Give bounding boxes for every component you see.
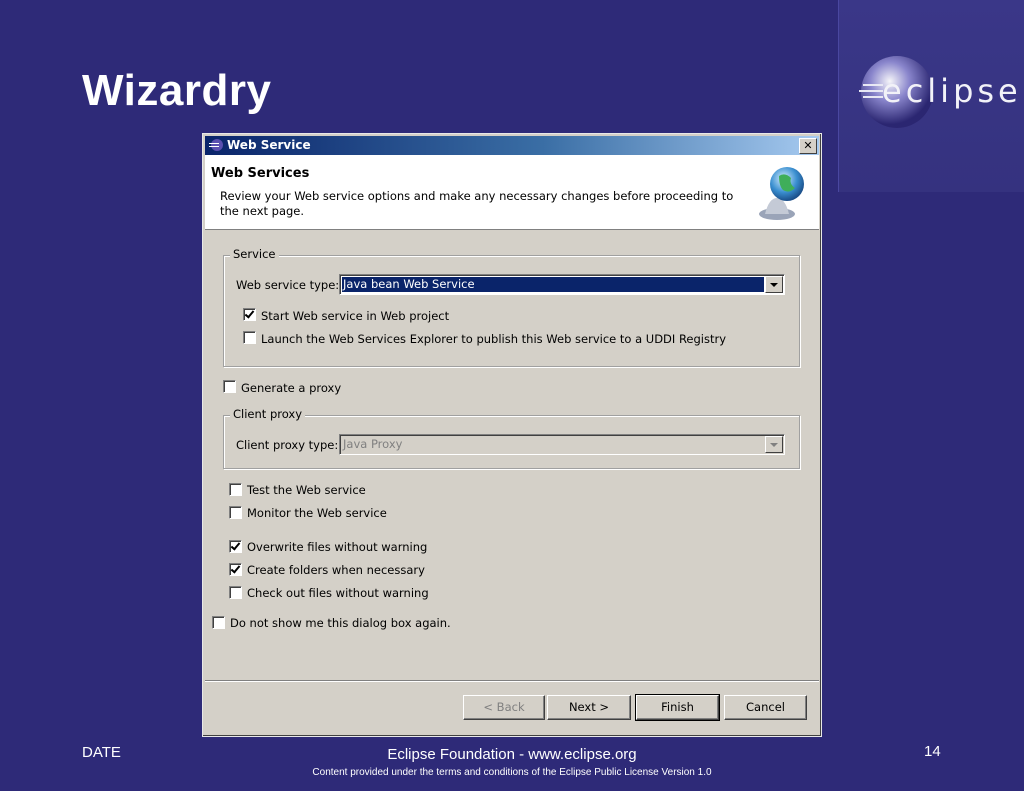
overwrite-files-label[interactable]: Overwrite files without warning	[247, 540, 427, 554]
web-service-globe-icon	[759, 167, 804, 220]
cancel-button[interactable]: Cancel	[724, 695, 807, 720]
test-web-service-checkbox[interactable]	[229, 483, 242, 496]
dialog-title: Web Service	[227, 138, 311, 152]
create-folders-label[interactable]: Create folders when necessary	[247, 563, 425, 577]
banner-description: Review your Web service options and make…	[220, 189, 734, 218]
start-web-service-label[interactable]: Start Web service in Web project	[261, 309, 449, 323]
monitor-web-service-checkbox[interactable]	[229, 506, 242, 519]
client-proxy-type-value: Java Proxy	[343, 437, 403, 451]
test-web-service-label[interactable]: Test the Web service	[247, 483, 366, 497]
monitor-web-service-label[interactable]: Monitor the Web service	[247, 506, 387, 520]
finish-button[interactable]: Finish	[635, 694, 720, 721]
slide-title: Wizardry	[82, 66, 272, 115]
web-service-type-label: Web service type:	[236, 278, 340, 292]
dont-show-again-checkbox[interactable]	[212, 616, 225, 629]
footer-legal: Content provided under the terms and con…	[312, 767, 712, 778]
generate-proxy-label[interactable]: Generate a proxy	[241, 381, 341, 395]
eclipse-icon	[209, 139, 223, 151]
banner-heading: Web Services	[211, 166, 310, 181]
footer-org: Eclipse Foundation - www.eclipse.org	[387, 746, 637, 763]
launch-explorer-label[interactable]: Launch the Web Services Explorer to publ…	[261, 332, 726, 346]
check-out-files-checkbox[interactable]	[229, 586, 242, 599]
client-proxy-type-label: Client proxy type:	[236, 438, 339, 452]
chevron-down-icon[interactable]	[765, 276, 783, 293]
launch-explorer-checkbox[interactable]	[243, 331, 256, 344]
overwrite-files-checkbox[interactable]	[229, 540, 242, 553]
web-service-dialog: Web Service ✕ Web Services Review your W…	[202, 133, 822, 737]
close-icon: ✕	[803, 139, 813, 152]
web-service-type-select[interactable]: Java bean Web Service	[339, 274, 785, 295]
button-bar-separator	[205, 680, 819, 682]
create-folders-checkbox[interactable]	[229, 563, 242, 576]
close-button[interactable]: ✕	[799, 138, 817, 154]
web-service-type-value: Java bean Web Service	[342, 277, 764, 292]
client-proxy-type-select[interactable]: Java Proxy	[339, 434, 785, 455]
back-button[interactable]: < Back	[463, 695, 545, 720]
client-proxy-group-label: Client proxy	[230, 407, 306, 421]
wizard-banner: Web Services Review your Web service opt…	[205, 155, 819, 230]
next-button[interactable]: Next >	[547, 695, 631, 720]
page-number: 14	[924, 743, 941, 760]
check-out-files-label[interactable]: Check out files without warning	[247, 586, 429, 600]
dialog-titlebar[interactable]: Web Service ✕	[205, 136, 819, 155]
generate-proxy-checkbox[interactable]	[223, 380, 236, 393]
chevron-down-icon[interactable]	[765, 436, 783, 453]
service-group-label: Service	[230, 247, 279, 261]
eclipse-logo-text: eclipse	[882, 72, 1022, 110]
start-web-service-checkbox[interactable]	[243, 308, 256, 321]
dont-show-again-label[interactable]: Do not show me this dialog box again.	[230, 616, 451, 630]
